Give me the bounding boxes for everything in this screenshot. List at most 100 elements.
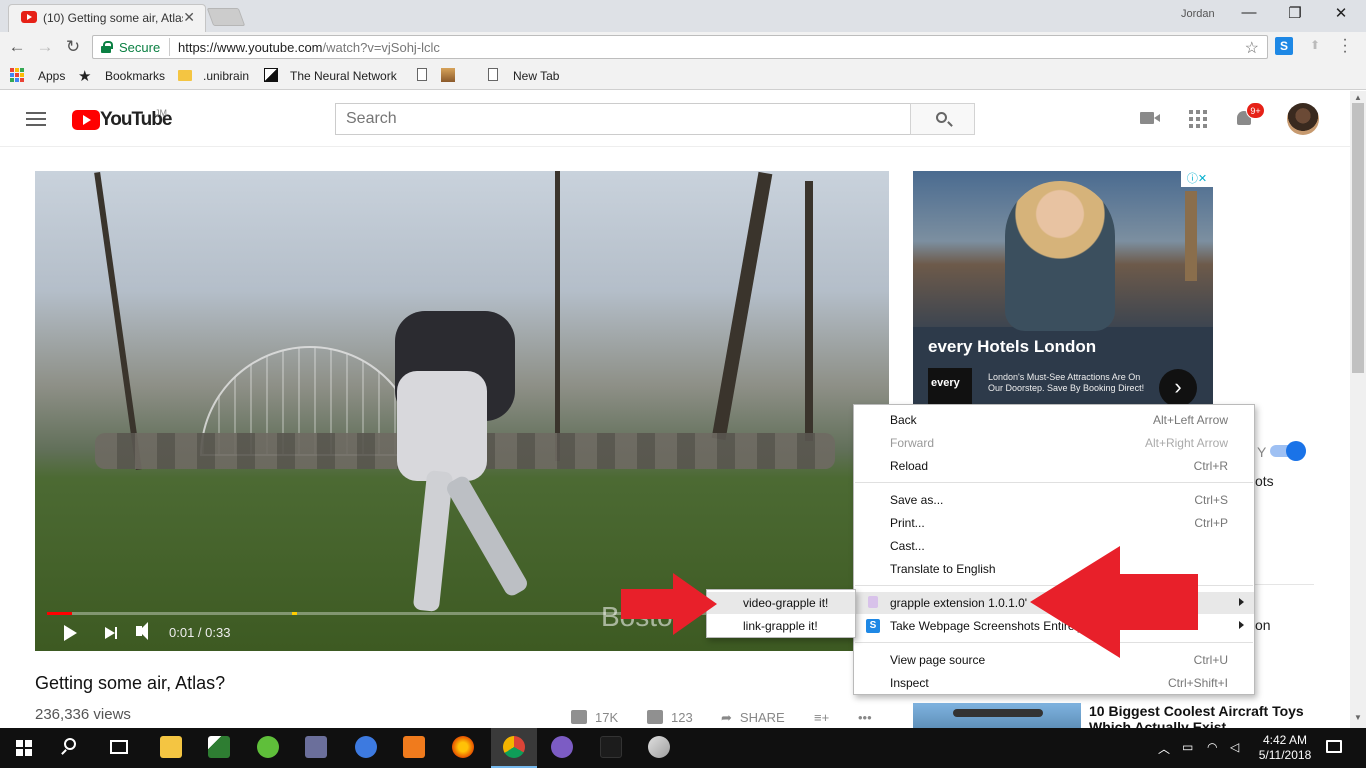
screenshot-extension-icon[interactable]: S bbox=[1275, 37, 1293, 55]
notification-badge: 9+ bbox=[1246, 102, 1265, 119]
search-input[interactable] bbox=[335, 103, 911, 135]
volume-icon[interactable] bbox=[136, 622, 148, 640]
app-icon[interactable] bbox=[600, 736, 622, 758]
bookmark-neural-network[interactable]: The Neural Network bbox=[290, 69, 397, 83]
extension-icon[interactable]: ⬆ bbox=[1310, 38, 1320, 52]
tray-chevron-icon[interactable]: ︿ bbox=[1158, 740, 1170, 757]
messaging-app-icon[interactable] bbox=[551, 736, 573, 758]
chrome-menu-icon[interactable]: · · · bbox=[1338, 32, 1352, 60]
close-window-icon[interactable]: ✕ bbox=[1326, 4, 1356, 22]
ad-arrow-icon[interactable]: › bbox=[1159, 369, 1197, 407]
action-center-icon[interactable] bbox=[1326, 740, 1342, 753]
tab-title: (10) Getting some air, Atlas? bbox=[43, 11, 183, 25]
browser-tab-active[interactable]: (10) Getting some air, Atlas? ✕ bbox=[8, 4, 206, 32]
add-to-playlist-icon[interactable]: ≡+ bbox=[814, 710, 829, 725]
utorrent-icon[interactable] bbox=[257, 736, 279, 758]
sidebar-text-fragment: ots bbox=[1255, 473, 1274, 489]
progress-marker bbox=[292, 612, 297, 615]
tree-trunk bbox=[94, 172, 142, 470]
scroll-thumb[interactable] bbox=[1352, 103, 1364, 373]
next-video-icon[interactable] bbox=[105, 627, 117, 639]
taskbar-search-icon[interactable] bbox=[64, 738, 76, 750]
video-player[interactable]: Bosto 0:01 / 0:33 bbox=[35, 171, 889, 651]
page-icon[interactable] bbox=[417, 68, 427, 81]
robot-torso bbox=[397, 371, 487, 481]
spreadsheet-app-icon[interactable] bbox=[208, 736, 230, 758]
url-text[interactable]: https://www.youtube.com/watch?v=vjSohj-l… bbox=[178, 40, 440, 55]
paint-icon[interactable] bbox=[648, 736, 670, 758]
apps-grid-icon[interactable] bbox=[1189, 110, 1207, 128]
menu-item-print[interactable]: Print... Ctrl+P bbox=[854, 512, 1254, 534]
sidebar-ad[interactable]: ⓘ✕ every Hotels London every London's Mu… bbox=[913, 171, 1213, 411]
bookmark-unibrain[interactable]: .unibrain bbox=[203, 69, 249, 83]
url-path: /watch?v=vjSohj-lclc bbox=[322, 40, 440, 55]
ad-clock-tower bbox=[1185, 191, 1197, 281]
submenu-item-label: video-grapple it! bbox=[743, 596, 829, 610]
more-actions-button[interactable]: ••• bbox=[858, 710, 872, 725]
submenu-arrow-icon bbox=[1239, 621, 1244, 629]
battery-icon[interactable]: ▭ bbox=[1182, 740, 1193, 754]
search-button[interactable] bbox=[910, 103, 975, 135]
clock-time: 4:42 AM bbox=[1262, 733, 1308, 747]
bookmark-bookmarks[interactable]: Bookmarks bbox=[105, 69, 165, 83]
play-icon[interactable] bbox=[64, 625, 77, 641]
thumbs-up-icon bbox=[571, 710, 587, 724]
bookmark-star-icon[interactable]: ☆ bbox=[1245, 38, 1259, 58]
bookmark-new-tab[interactable]: New Tab bbox=[513, 69, 559, 83]
game-favicon-icon[interactable] bbox=[441, 68, 455, 82]
progress-played bbox=[47, 612, 72, 615]
system-clock[interactable]: 4:42 AM 5/11/2018 bbox=[1255, 733, 1315, 763]
share-button[interactable]: ➦ SHARE bbox=[721, 710, 785, 726]
xampp-icon[interactable] bbox=[403, 736, 425, 758]
menu-item-reload[interactable]: Reload Ctrl+R bbox=[854, 455, 1254, 477]
menu-item-inspect[interactable]: Inspect Ctrl+Shift+I bbox=[854, 672, 1254, 694]
upload-video-icon[interactable] bbox=[1140, 112, 1160, 124]
helicopter-image bbox=[953, 709, 1043, 717]
minimize-icon[interactable]: — bbox=[1234, 4, 1264, 21]
like-button[interactable]: 17K bbox=[571, 710, 618, 725]
new-tab-button[interactable] bbox=[206, 8, 246, 26]
ad-brand: every bbox=[931, 377, 960, 389]
ad-body: London's Must-See Attractions Are On Our… bbox=[988, 372, 1145, 393]
tab-close-icon[interactable]: ✕ bbox=[183, 9, 195, 26]
search-icon bbox=[936, 112, 947, 123]
menu-item-shortcut: Alt+Left Arrow bbox=[1152, 413, 1228, 427]
scroll-down-icon[interactable]: ▼ bbox=[1354, 713, 1362, 722]
youtube-logo-icon[interactable] bbox=[72, 110, 100, 130]
autoplay-toggle-knob[interactable] bbox=[1286, 441, 1306, 461]
network-app-icon[interactable] bbox=[355, 736, 377, 758]
menu-item-save-as[interactable]: Save as... Ctrl+S bbox=[854, 489, 1254, 511]
annotation-arrow-left-icon bbox=[1030, 546, 1198, 658]
firefox-icon[interactable] bbox=[452, 736, 474, 758]
back-arrow-icon[interactable]: ← bbox=[6, 37, 28, 57]
tree-trunk bbox=[711, 171, 773, 441]
reload-icon[interactable]: ↻ bbox=[62, 37, 84, 57]
app-icon[interactable] bbox=[305, 736, 327, 758]
country-code: JM bbox=[155, 108, 167, 118]
windows-start-icon[interactable] bbox=[16, 740, 32, 756]
apps-icon bbox=[10, 68, 24, 82]
menu-item-forward[interactable]: Forward Alt+Right Arrow bbox=[854, 432, 1254, 454]
page-scrollbar[interactable]: ▲ ▼ bbox=[1350, 91, 1366, 728]
chrome-icon[interactable] bbox=[503, 736, 525, 758]
ad-headline[interactable]: every Hotels London bbox=[928, 337, 1096, 357]
task-view-icon[interactable] bbox=[110, 740, 128, 754]
recommended-thumbnail[interactable] bbox=[913, 703, 1081, 729]
dislike-button[interactable]: 123 bbox=[647, 710, 693, 725]
restore-icon[interactable]: ❐ bbox=[1280, 4, 1310, 22]
file-explorer-icon[interactable] bbox=[160, 736, 182, 758]
scroll-up-icon[interactable]: ▲ bbox=[1354, 93, 1362, 102]
address-bar[interactable]: Secure https://www.youtube.com/watch?v=v… bbox=[92, 35, 1268, 59]
profile-name[interactable]: Jordan bbox=[1181, 8, 1215, 20]
wifi-icon[interactable]: ◠ bbox=[1207, 740, 1217, 754]
ad-info-close-icon[interactable]: ⓘ✕ bbox=[1181, 171, 1213, 187]
avatar[interactable] bbox=[1287, 103, 1319, 135]
menu-item-back[interactable]: Back Alt+Left Arrow bbox=[854, 409, 1254, 431]
dislike-count: 123 bbox=[671, 710, 693, 725]
neural-network-favicon-icon bbox=[264, 68, 278, 82]
bookmark-apps[interactable]: Apps bbox=[38, 69, 65, 83]
volume-tray-icon[interactable]: ◁ bbox=[1230, 740, 1239, 754]
forward-arrow-icon[interactable]: → bbox=[34, 37, 56, 57]
hamburger-menu-icon[interactable] bbox=[26, 112, 46, 126]
menu-item-label: Forward bbox=[890, 436, 935, 450]
